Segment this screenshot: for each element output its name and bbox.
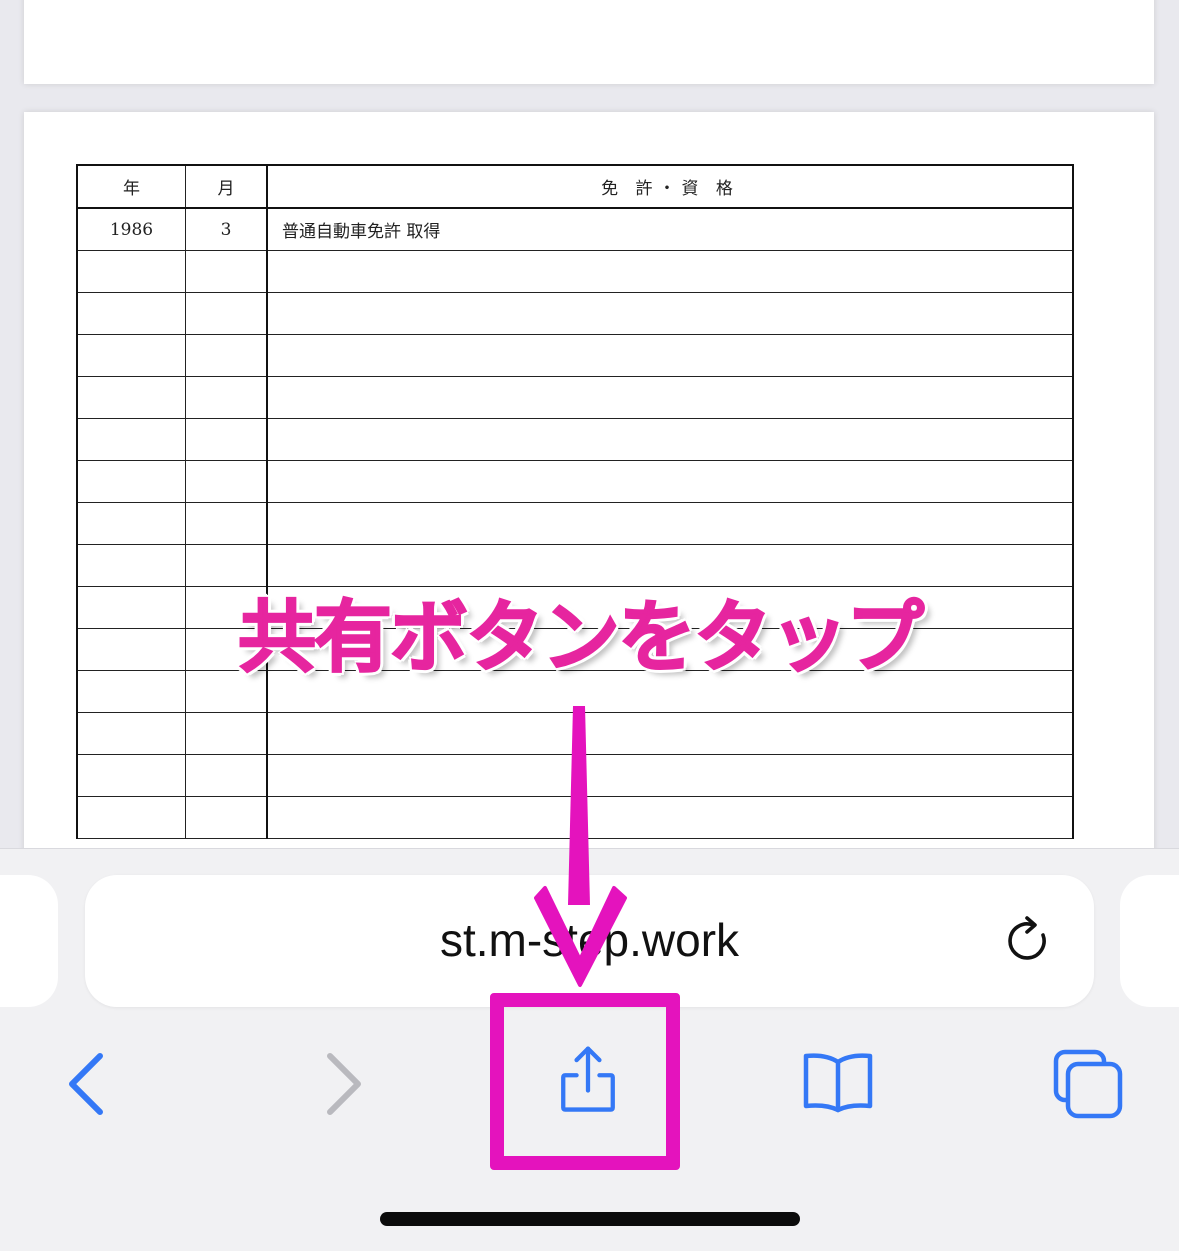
cell-month <box>185 418 268 461</box>
table-row <box>76 292 1074 335</box>
table-row <box>76 334 1074 377</box>
forward-button[interactable] <box>302 1044 382 1124</box>
cell-year <box>76 376 186 419</box>
cell-year <box>76 502 186 545</box>
cell-license <box>267 712 1074 755</box>
cell-year <box>76 418 186 461</box>
license-table: 年 月 免 許・資 格 1986 3 普通自動車免許 取得 <box>76 164 1074 839</box>
reload-icon[interactable] <box>1003 913 1055 969</box>
book-icon <box>803 1053 873 1113</box>
table-row <box>76 502 1074 545</box>
table-row <box>76 376 1074 419</box>
cell-month <box>185 712 268 755</box>
back-button[interactable] <box>48 1044 128 1124</box>
table-body: 1986 3 普通自動車免許 取得 <box>76 207 1074 839</box>
cell-license <box>267 376 1074 419</box>
address-bar[interactable]: st.m-step.work <box>85 875 1094 1007</box>
cell-month <box>185 250 268 293</box>
cell-month <box>185 796 268 839</box>
previous-tab-card[interactable] <box>0 875 58 1007</box>
table-row <box>76 460 1074 503</box>
cell-year <box>76 334 186 377</box>
url-text: st.m-step.work <box>439 914 740 966</box>
cell-month <box>185 754 268 797</box>
cell-license <box>267 502 1074 545</box>
chevron-left-icon <box>69 1053 103 1115</box>
cell-month: 3 <box>185 207 268 251</box>
cell-year <box>76 544 186 587</box>
pdf-page-previous <box>24 0 1154 84</box>
table-header-row: 年 月 免 許・資 格 <box>76 164 1074 209</box>
tutorial-caption: 共有ボタンをタップ <box>237 592 925 684</box>
home-indicator <box>380 1212 800 1226</box>
share-button-highlight <box>490 993 680 1170</box>
table-row <box>76 754 1074 797</box>
cell-license <box>267 334 1074 377</box>
cell-month <box>185 460 268 503</box>
tabs-button[interactable] <box>1048 1044 1128 1124</box>
cell-license <box>267 250 1074 293</box>
cell-license <box>267 418 1074 461</box>
cell-month <box>185 502 268 545</box>
cell-year: 1986 <box>76 207 186 251</box>
header-year: 年 <box>76 164 186 209</box>
table-row <box>76 418 1074 461</box>
cell-year <box>76 712 186 755</box>
cell-month <box>185 292 268 335</box>
cell-year <box>76 628 186 671</box>
cell-month <box>185 334 268 377</box>
cell-year <box>76 292 186 335</box>
table-row <box>76 250 1074 293</box>
chevron-right-icon <box>327 1053 361 1115</box>
cell-license <box>267 460 1074 503</box>
cell-month <box>185 376 268 419</box>
header-license: 免 許・資 格 <box>267 164 1074 209</box>
next-tab-card[interactable] <box>1120 875 1179 1007</box>
table-row: 1986 3 普通自動車免許 取得 <box>76 207 1074 251</box>
cell-year <box>76 460 186 503</box>
header-month: 月 <box>185 164 268 209</box>
tabs-icon <box>1053 1049 1123 1119</box>
cell-year <box>76 796 186 839</box>
cell-license: 普通自動車免許 取得 <box>267 207 1074 251</box>
cell-year <box>76 670 186 713</box>
cell-license <box>267 754 1074 797</box>
bookmarks-button[interactable] <box>798 1044 878 1124</box>
table-row <box>76 796 1074 839</box>
cell-year <box>76 586 186 629</box>
cell-year <box>76 754 186 797</box>
cell-year <box>76 250 186 293</box>
table-row <box>76 712 1074 755</box>
cell-license <box>267 292 1074 335</box>
cell-license <box>267 796 1074 839</box>
